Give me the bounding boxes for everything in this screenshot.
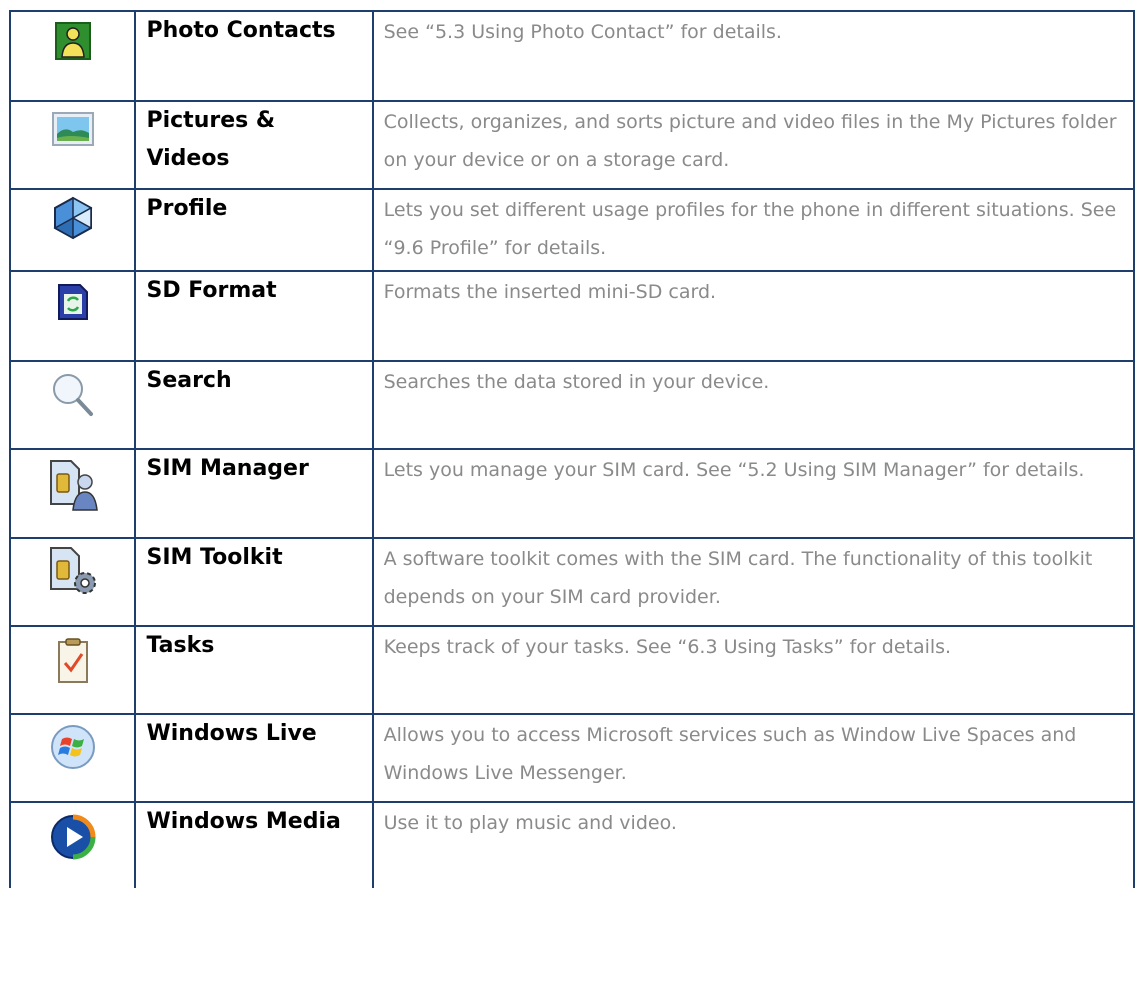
table-row: Search Searches the data stored in your … — [8, 360, 1135, 450]
table-row: Tasks Keeps track of your tasks. See “6.… — [8, 625, 1135, 715]
row-name: Tasks — [146, 633, 215, 658]
row-name: Profile — [146, 196, 228, 221]
table-row: SD Format Formats the inserted mini-SD c… — [8, 270, 1135, 362]
row-name: SIM Toolkit — [146, 545, 283, 570]
search-icon — [49, 372, 97, 418]
sim-toolkit-icon — [47, 545, 99, 597]
row-description: Lets you manage your SIM card. See “5.2 … — [383, 459, 1085, 481]
row-name: Windows Live — [146, 721, 317, 746]
photo-contacts-icon — [53, 20, 93, 62]
program-table: Photo Contacts See “5.3 Using Photo Cont… — [8, 10, 1135, 888]
row-name: Windows Media — [146, 809, 341, 834]
row-description: Lets you set different usage profiles fo… — [383, 199, 1117, 259]
windows-live-icon — [49, 723, 97, 771]
table-row: Profile Lets you set different usage pro… — [8, 188, 1135, 272]
profile-icon — [51, 196, 95, 240]
row-description: Allows you to access Microsoft services … — [383, 724, 1077, 784]
row-name: Pictures & Videos — [146, 108, 276, 171]
table-row: Windows Media Use it to play music and v… — [8, 801, 1135, 888]
windows-media-icon — [49, 813, 97, 861]
sim-manager-icon — [47, 458, 99, 512]
table-row: Pictures & Videos Collects, organizes, a… — [8, 100, 1135, 190]
row-description: Collects, organizes, and sorts picture a… — [383, 111, 1117, 171]
row-description: Formats the inserted mini-SD card. — [383, 281, 717, 303]
row-name: SIM Manager — [146, 456, 309, 481]
table-row: Windows Live Allows you to access Micros… — [8, 713, 1135, 803]
row-description: Keeps track of your tasks. See “6.3 Usin… — [383, 636, 952, 658]
sd-format-icon — [56, 282, 90, 322]
row-name: Search — [146, 368, 232, 393]
table-row: SIM Toolkit A software toolkit comes wit… — [8, 537, 1135, 627]
row-description: See “5.3 Using Photo Contact” for detail… — [383, 21, 782, 43]
tasks-icon — [56, 637, 90, 685]
table-row: Photo Contacts See “5.3 Using Photo Cont… — [8, 10, 1135, 102]
row-description: Use it to play music and video. — [383, 812, 677, 834]
table-row: SIM Manager Lets you manage your SIM car… — [8, 448, 1135, 539]
row-description: A software toolkit comes with the SIM ca… — [383, 548, 1093, 608]
pictures-videos-icon — [51, 110, 95, 148]
row-name: Photo Contacts — [146, 18, 336, 43]
row-name: SD Format — [146, 278, 277, 303]
row-description: Searches the data stored in your device. — [383, 371, 770, 393]
